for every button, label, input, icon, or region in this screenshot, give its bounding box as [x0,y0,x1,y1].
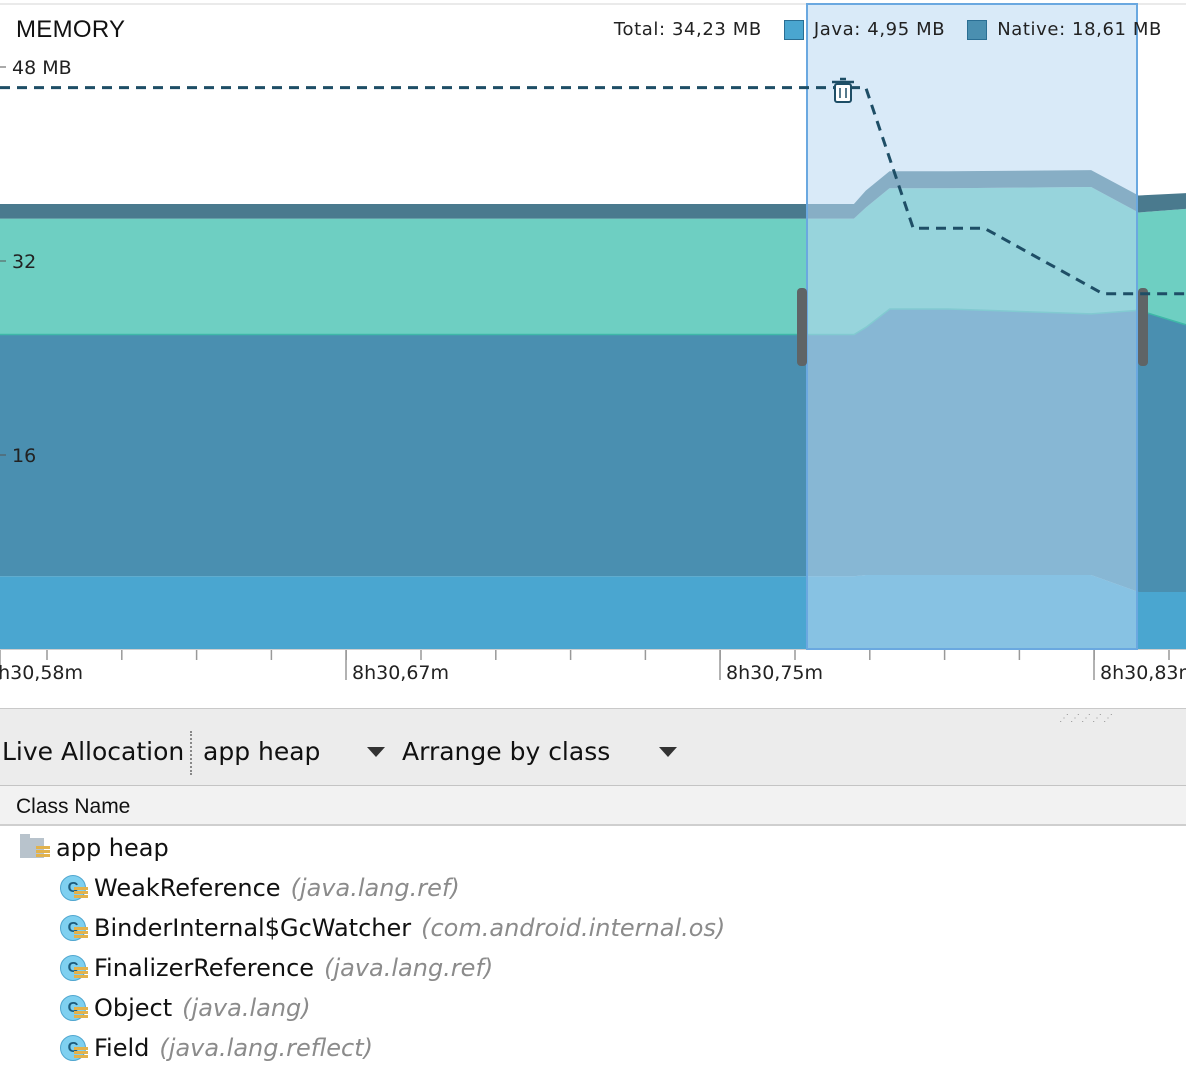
legend-total: Total: 34,23 MB [613,19,762,40]
class-package: (com.android.internal.os) [421,914,726,942]
class-package: (java.lang.ref) [324,954,494,982]
class-icon: C [60,1033,90,1063]
heap-folder-icon [20,834,52,862]
memory-legend: Total: 34,23 MB Java: 4,95 MB Native: 18… [614,19,1162,40]
class-row[interactable]: C WeakReference (java.lang.ref) [60,868,460,908]
class-name-header[interactable]: Class Name [16,795,130,819]
java-swatch [783,19,804,40]
selection-handle-right [1138,288,1148,366]
x-tick-label: 8h30,67m [352,662,449,684]
class-row[interactable]: C FinalizerReference (java.lang.ref) [60,948,493,988]
legend-native-label: Native: 18,61 MB [997,19,1162,40]
class-row[interactable]: C BinderInternal$GcWatcher (com.android.in… [60,908,725,948]
resize-grip-icon[interactable]: ⋰⋰⋰⋰⋰ [1059,713,1114,724]
memory-chart-panel[interactable]: 48 MB 32 16 8h30,58m 8h30,67m 8h30,75m 8h30,83… [0,0,1186,708]
class-package: (java.lang) [182,994,311,1022]
allocation-toolbar: ⋰⋰⋰⋰⋰ Live Allocation app heap Arrange b… [0,708,1186,786]
memory-chart[interactable]: 48 MB 32 16 8h30,58m 8h30,67m 8h30,75m 8h30,83… [0,0,1186,708]
selection-range [806,3,1138,650]
memory-title: MEMORY [16,16,126,43]
legend-java: Java: 4,95 MB [783,19,946,40]
x-tick-label: 8h30,75m [726,662,823,684]
arrange-select[interactable]: Arrange by class [402,737,610,766]
class-name: WeakReference [94,874,281,902]
class-name: Field [94,1034,150,1062]
trash-gc-icon [834,83,852,103]
class-icon: C [60,873,90,903]
class-name: BinderInternal$GcWatcher [94,914,412,942]
class-icon: C [60,913,90,943]
x-tick-label: 8h30,83m [1100,662,1186,684]
selection-handle-left [797,288,807,366]
class-row[interactable]: C Field (java.lang.reflect) [60,1028,373,1068]
x-tick-label: 8h30,58m [0,662,83,684]
heap-dropdown-icon[interactable] [367,747,385,757]
class-name: FinalizerReference [94,954,315,982]
legend-native: Native: 18,61 MB [967,19,1162,40]
class-package: (java.lang.ref) [290,874,460,902]
tree-root-row[interactable]: app heap [20,828,169,868]
y-tick-label: 32 [12,251,36,273]
arrange-dropdown-icon[interactable] [659,747,677,757]
native-swatch [967,19,988,40]
heap-select[interactable]: app heap [203,737,320,766]
y-tick-label: 48 MB [12,57,72,79]
class-package: (java.lang.reflect) [159,1034,374,1062]
class-icon: C [60,953,90,983]
y-tick-label: 16 [12,445,36,467]
live-allocation-label: Live Allocation [2,737,185,766]
legend-java-label: Java: 4,95 MB [813,19,946,40]
column-header[interactable]: Class Name [0,786,1186,826]
class-name: Object [94,994,173,1022]
class-icon: C [60,993,90,1023]
toolbar-separator [190,731,192,775]
tree-root-label: app heap [56,834,169,862]
class-row[interactable]: C Object (java.lang) [60,988,311,1028]
